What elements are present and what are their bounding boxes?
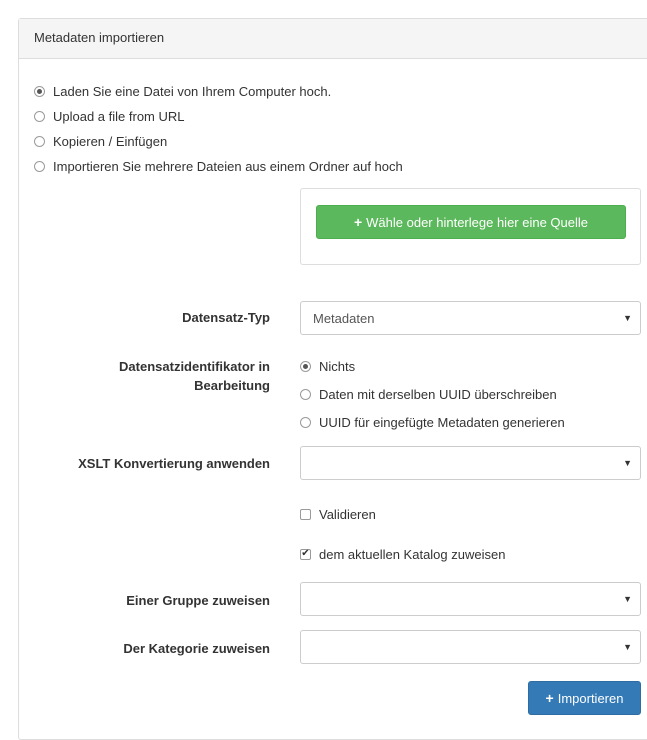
radio-label: Daten mit derselben UUID überschreiben [319, 386, 557, 402]
radio-upload-url[interactable]: Upload a file from URL [34, 107, 185, 125]
radio-button[interactable] [300, 360, 311, 372]
radio-label: Kopieren / Einfügen [53, 133, 168, 149]
radio-import-folder[interactable]: Importieren Sie mehrere Dateien aus eine… [34, 157, 403, 175]
import-button[interactable]: + Importieren [528, 681, 641, 715]
assign-catalog-row[interactable]: ✔ dem aktuellen Katalog zuweisen [300, 545, 505, 563]
validate-checkbox-row[interactable]: Validieren [300, 505, 376, 523]
radio-label: Importieren Sie mehrere Dateien aus eine… [53, 158, 403, 174]
radio-button[interactable] [34, 85, 45, 97]
validate-checkbox[interactable] [300, 508, 311, 520]
record-type-label: Datensatz-Typ [182, 310, 270, 325]
caret-down-icon: ▼ [623, 313, 632, 323]
choose-source-button[interactable]: + Wähle oder hinterlege hier eine Quelle [316, 205, 626, 239]
record-type-select[interactable]: Metadaten ▼ [300, 301, 641, 335]
uuid-processing-label: Datensatzidentifikator in Bearbeitung [119, 357, 270, 395]
radio-button[interactable] [300, 388, 311, 400]
radio-button[interactable] [34, 135, 45, 147]
radio-uuid-nothing[interactable]: Nichts [300, 357, 355, 375]
caret-down-icon: ▼ [623, 458, 632, 468]
panel-title: Metadaten importieren [19, 19, 647, 59]
category-select[interactable]: ▼ [300, 630, 641, 664]
record-type-value: Metadaten [313, 310, 375, 326]
radio-label: Upload a file from URL [53, 108, 185, 124]
plus-icon: + [353, 214, 363, 230]
category-label: Der Kategorie zuweisen [123, 641, 270, 656]
uuid-label-line2: Bearbeitung [194, 378, 270, 393]
radio-uuid-generate[interactable]: UUID für eingefügte Metadaten generieren [300, 413, 565, 431]
choose-source-label: Wähle oder hinterlege hier eine Quelle [366, 214, 589, 230]
radio-upload-local[interactable]: Laden Sie eine Datei von Ihrem Computer … [34, 82, 331, 100]
xslt-label: XSLT Konvertierung anwenden [78, 456, 270, 471]
radio-label: UUID für eingefügte Metadaten generieren [319, 414, 565, 430]
validate-label: Validieren [319, 506, 376, 522]
radio-label: Nichts [319, 358, 356, 374]
uuid-label-line1: Datensatzidentifikator in [119, 359, 270, 374]
radio-button[interactable] [34, 110, 45, 122]
radio-label: Laden Sie eine Datei von Ihrem Computer … [53, 83, 332, 99]
import-button-label: Importieren [557, 690, 624, 706]
group-label: Einer Gruppe zuweisen [126, 593, 270, 608]
radio-uuid-overwrite[interactable]: Daten mit derselben UUID überschreiben [300, 385, 557, 403]
xslt-select[interactable]: ▼ [300, 446, 641, 480]
plus-icon: + [545, 690, 554, 706]
radio-copy-paste[interactable]: Kopieren / Einfügen [34, 132, 167, 150]
caret-down-icon: ▼ [623, 594, 632, 604]
group-select[interactable]: ▼ [300, 582, 641, 616]
assign-catalog-checkbox[interactable]: ✔ [300, 548, 311, 560]
assign-catalog-label: dem aktuellen Katalog zuweisen [319, 546, 506, 562]
radio-button[interactable] [300, 416, 311, 428]
caret-down-icon: ▼ [623, 642, 632, 652]
radio-button[interactable] [34, 160, 45, 172]
